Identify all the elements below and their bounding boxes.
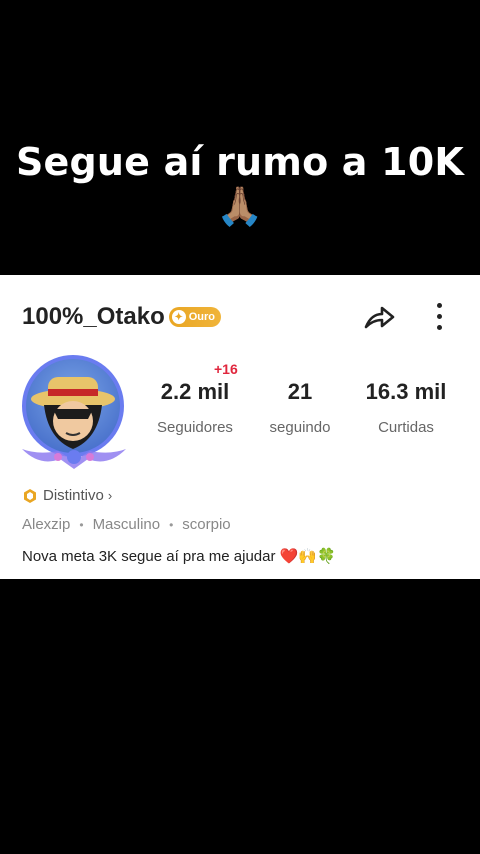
followers-count: 2.2 mil [160,379,230,404]
distintivo-label: Distintivo [43,487,104,504]
profile-details: Alexzip • Masculino • scorpio [22,516,231,533]
more-options-icon[interactable] [430,303,448,333]
avatar-frame-decoration [22,449,126,469]
followers-label: Seguidores [157,419,233,436]
share-icon[interactable] [362,301,396,333]
likes-count: 16.3 mil [365,379,447,404]
username-row: 100%_Otako ✦ Ouro [22,303,222,331]
detail-zodiac: scorpio [182,516,231,533]
badge-coin-icon: ✦ [171,310,186,324]
distintivo-link[interactable]: Distintivo › [22,487,112,504]
level-badge[interactable]: ✦ Ouro [168,307,222,327]
stat-following[interactable]: 21 seguindo [256,379,344,436]
stat-likes[interactable]: 16.3 mil Curtidas [358,379,454,436]
avatar[interactable] [12,347,134,469]
detail-location: Alexzip [22,516,71,533]
following-count: 21 [287,379,313,404]
detail-gender: Masculino [92,516,161,533]
stat-followers[interactable]: 2.2 mil Seguidores [150,379,240,436]
followers-delta: +16 [214,361,238,377]
chevron-right-icon: › [107,488,113,503]
profile-bio: Nova meta 3K segue aí pra me ajudar ❤️🙌🍀 [22,548,336,565]
badge-label: Ouro [188,311,216,323]
following-label: seguindo [269,419,331,436]
separator-dot: • [169,517,174,532]
likes-label: Curtidas [378,419,434,436]
username: 100%_Otako [22,303,165,330]
distintivo-icon [24,488,36,503]
separator-dot: • [79,517,84,532]
profile-card: 100%_Otako ✦ Ouro +16 2.2 mil Seguidores… [0,275,480,579]
video-caption: Segue aí rumo a 10K🙏🏽 [15,140,465,228]
